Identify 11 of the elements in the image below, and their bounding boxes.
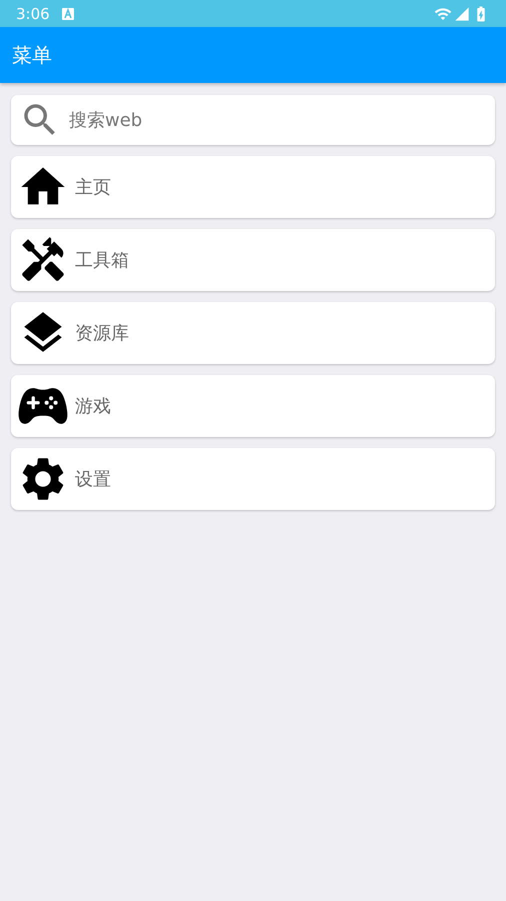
search-bar[interactable]: 搜索web: [11, 95, 495, 145]
signal-icon: [454, 6, 470, 22]
menu-item[interactable]: 主页: [11, 156, 495, 218]
menu-item[interactable]: 资源库: [11, 302, 495, 364]
menu-item[interactable]: 游戏: [11, 375, 495, 437]
search-field[interactable]: 搜索web: [67, 108, 487, 132]
status-time: 3:06: [16, 4, 50, 22]
menu-item[interactable]: 工具箱: [11, 229, 495, 291]
menu-item[interactable]: 设置: [11, 448, 495, 510]
app-title: 菜单: [12, 42, 52, 68]
notification-icon: [62, 8, 74, 20]
